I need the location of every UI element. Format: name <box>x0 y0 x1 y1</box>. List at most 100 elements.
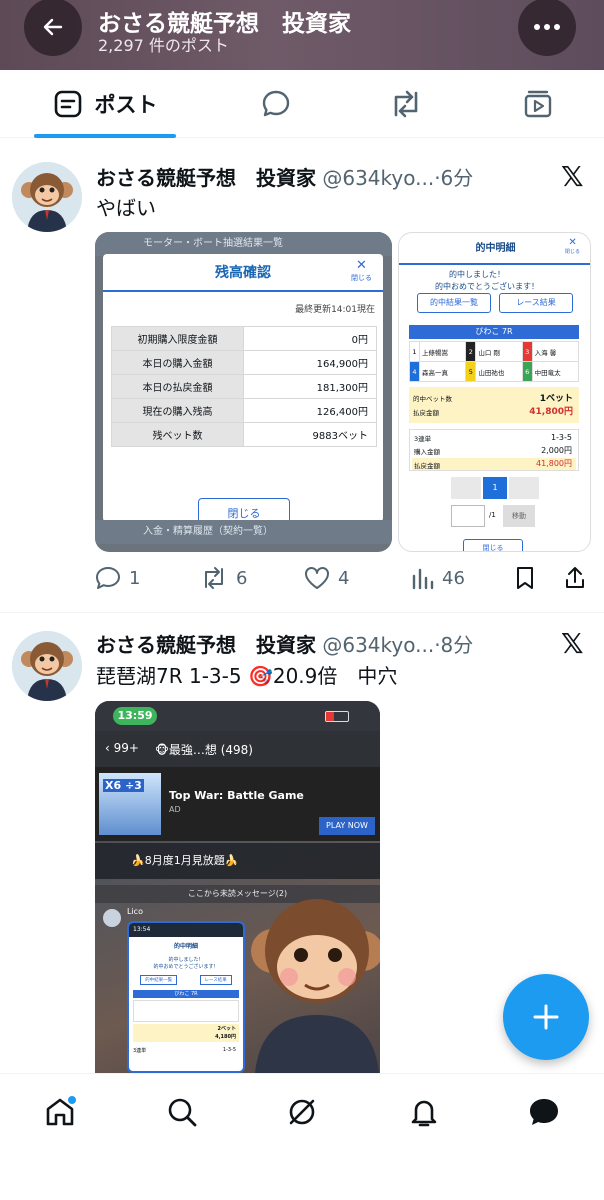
congrats-line-1: 的中しました！ <box>449 270 505 279</box>
phone-status-bar: 13:59 <box>95 701 380 731</box>
reply-count: 1 <box>129 567 141 589</box>
bookmark-button[interactable] <box>514 566 536 590</box>
avatar[interactable] <box>12 162 82 232</box>
post-image-balance[interactable]: モーター・ボート抽選結果一覧 残高確認 ✕ 閉じる 最終更新14:01現在 初期… <box>95 232 392 552</box>
table-row: 現在の購入残高 126,400円 <box>111 398 377 423</box>
result-close-label: 閉じる <box>565 249 581 255</box>
chat-back-count: 99+ <box>113 741 139 755</box>
table-row: 4 森高一真 5 山田祐也 6 中田竜太 <box>409 361 580 382</box>
monkey-illustration-icon <box>251 899 380 1073</box>
share-button[interactable] <box>564 566 586 590</box>
racer-number: 4 <box>409 361 420 382</box>
bet-value: 1ベット <box>539 394 573 404</box>
post-header: おさる競艇予想 投資家 @634kyo...·8分 <box>96 629 473 658</box>
messages-icon <box>530 1099 558 1125</box>
racer-grid: 1 上條暢嵩 2 山口 剛 3 入海 馨 4 森高一真 5 山田祐也 6 中田竜太 <box>409 341 580 382</box>
tab-posts-label: ポスト <box>94 93 158 117</box>
chat-header: ‹ 99+ 🐵最強…想 (498) <box>95 731 380 767</box>
row-label: 初期購入限度金額 <box>111 326 244 351</box>
row-value: 0円 <box>243 326 377 351</box>
avatar[interactable] <box>12 631 82 701</box>
payout-value: 41,800円 <box>529 407 573 417</box>
row-label: 本日の購入金額 <box>111 350 244 375</box>
inner-buttons: 的中結果一覧 レース結果 <box>129 975 243 985</box>
payout-label: 払戻金額 <box>413 409 439 417</box>
racer-name: 山口 剛 <box>475 341 523 362</box>
racer-name: 上條暢嵩 <box>418 341 467 362</box>
inner-status: 13:54 <box>129 923 243 937</box>
tab-media[interactable] <box>518 70 558 138</box>
divider <box>103 290 383 292</box>
nav-search[interactable] <box>162 1092 202 1132</box>
repost-button[interactable]: 6 <box>200 566 247 590</box>
balance-close: ✕ 閉じる <box>351 258 372 283</box>
payout-summary: 的中ベット数 1ベット 払戻金額 41,800円 <box>409 387 579 423</box>
more-button[interactable] <box>518 0 576 56</box>
heart-icon <box>305 567 329 589</box>
result-congrats: 的中しました！ 的中おめでとうございます！ <box>435 269 539 293</box>
inner-congrats-1: 的中しました！ <box>168 957 204 963</box>
view-count: 46 <box>442 567 465 589</box>
profile-header: おさる競艇予想 投資家 2,297 件のポスト <box>0 0 604 70</box>
ad-badge: X6 ÷3 <box>103 779 144 792</box>
refund-row: 払戻金額 41,800円 <box>412 458 576 470</box>
notifications-icon <box>411 1100 437 1127</box>
divider <box>399 263 590 265</box>
pager-current: 1 <box>483 477 507 499</box>
share-icon <box>566 567 584 588</box>
repost-icon <box>205 567 223 589</box>
inner-bet-combo: 1-3-5 <box>222 1047 236 1053</box>
nav-home[interactable] <box>40 1092 80 1132</box>
back-button[interactable] <box>24 0 82 56</box>
nav-grok[interactable] <box>282 1092 322 1132</box>
tab-reposts[interactable] <box>386 70 426 138</box>
tab-replies[interactable] <box>256 70 296 138</box>
inner-bet-value: 2ベット <box>217 1026 236 1032</box>
more-icon <box>534 24 560 30</box>
row-value: 164,900円 <box>243 350 377 375</box>
table-row: 本日の購入金額 164,900円 <box>111 350 377 375</box>
phone-time: 13:59 <box>113 707 157 725</box>
move-button: 移動 <box>503 505 535 527</box>
monkey-avatar-icon <box>12 162 82 232</box>
racer-number: 2 <box>465 341 477 362</box>
refund-value: 41,800円 <box>536 459 572 468</box>
row-value: 181,300円 <box>243 374 377 399</box>
inner-congrats-2: 的中おめでとうございます！ <box>153 964 219 970</box>
buy-value: 2,000円 <box>541 446 572 455</box>
result-close: ✕ 閉じる <box>565 237 580 255</box>
sender-avatar <box>103 909 121 927</box>
tab-posts[interactable]: ポスト <box>34 70 176 138</box>
racer-name: 森高一真 <box>418 361 467 382</box>
battery-icon <box>325 711 349 722</box>
post-image-chat[interactable]: 13:59 ‹ 99+ 🐵最強…想 (498) X6 ÷3 Top War: B… <box>95 701 380 1073</box>
author-name[interactable]: おさる競艇予想 投資家 <box>96 633 316 657</box>
post-image-result[interactable]: 的中明細 ✕ 閉じる 的中しました！ 的中おめでとうございます！ 的中結果一覧 … <box>398 232 591 552</box>
search-icon <box>168 1098 197 1127</box>
row-value: 9883ベット <box>243 422 377 447</box>
nav-messages[interactable] <box>524 1092 564 1132</box>
race-name: びわこ 7R <box>409 325 579 339</box>
buy-label: 購入金額 <box>414 448 440 456</box>
inner-racer-grid <box>133 1000 239 1022</box>
bet-label: 的中ベット数 <box>413 395 452 403</box>
author-name[interactable]: おさる競艇予想 投資家 <box>96 166 316 190</box>
like-button[interactable]: 4 <box>304 566 349 590</box>
author-handle[interactable]: @634kyo... <box>322 166 434 190</box>
table-row: 本日の払戻金額 181,300円 <box>111 374 377 399</box>
reply-button[interactable]: 1 <box>95 566 140 590</box>
table-row: 残ベット数 9883ベット <box>111 422 377 447</box>
author-handle[interactable]: @634kyo... <box>322 633 434 657</box>
ad-label: AD <box>169 805 181 814</box>
row-label: 現在の購入残高 <box>111 398 244 423</box>
row-label: 残ベット数 <box>111 422 244 447</box>
grok-icon <box>289 1099 315 1125</box>
page-input <box>451 505 485 527</box>
compose-button[interactable] <box>503 974 589 1060</box>
post-text: 琵琶湖7R 1-3-5 🎯20.9倍 中穴 <box>96 664 398 688</box>
ad-cta: PLAY NOW <box>319 817 375 835</box>
views-button[interactable]: 46 <box>410 566 465 590</box>
racer-name: 山田祐也 <box>475 361 523 382</box>
post-time: ·8分 <box>434 633 474 657</box>
nav-notifications[interactable] <box>404 1092 444 1132</box>
